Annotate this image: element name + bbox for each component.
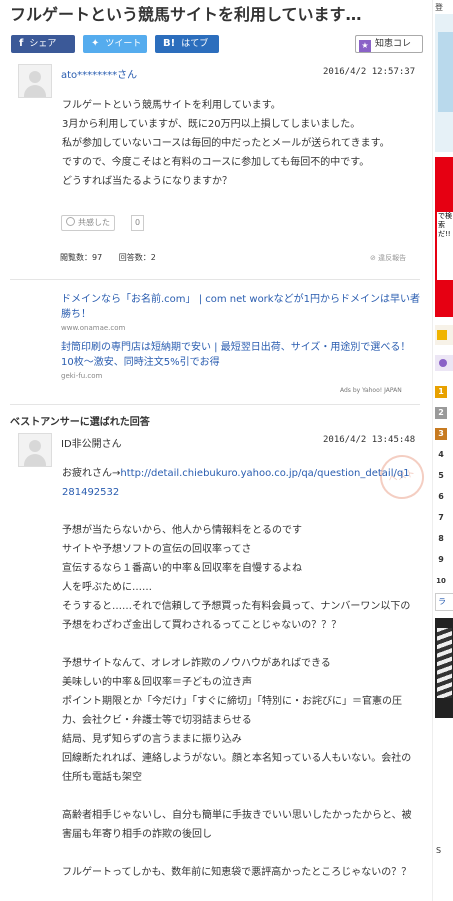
ad-domain: geki-fu.com (61, 372, 103, 380)
ad-item[interactable]: 封筒印刷の専門店は短納期で安い | 最短翌日出荷、サイズ・用途別で選べる！10枚… (61, 340, 421, 380)
ad-title[interactable]: ドメインなら「お名前.com」 | com net workなどが1円からドメイ… (61, 292, 421, 322)
report-label: 違反報告 (378, 254, 407, 262)
question-line: フルゲートという競馬サイトを利用しています。 (62, 100, 281, 111)
report-link[interactable]: ⊘ 違反報告 (370, 253, 406, 263)
question-date: 2016/4/2 12:57:37 (323, 67, 416, 77)
sidebar-red-ad[interactable]: で検索だ!! (435, 157, 453, 317)
empathy-label: 共感した (78, 218, 110, 227)
ad-title[interactable]: 封筒印刷の専門店は短納期で安い | 最短翌日出荷、サイズ・用途別で選べる！10枚… (61, 340, 421, 370)
answer-date: 2016/4/2 13:45:48 (323, 435, 416, 445)
question-line: どうすれば当たるようになりますか？ (62, 176, 232, 187)
twitter-share-label: ツイート (105, 39, 142, 49)
rank-number: 4 (438, 450, 444, 459)
answer-body: お疲れさん→http://detail.chiebukuro.yahoo.co.… (62, 464, 412, 882)
ads-by-label[interactable]: Ads by Yahoo! JAPAN (340, 387, 402, 394)
question-line: 3月から利用していますが、既に20万円以上損してしまいました。 (62, 119, 361, 130)
answer-line: フルゲートってしかも、数年前に知恵袋で悪評高かったところじゃないの？？ (62, 867, 412, 878)
ad-domain: www.onamae.com (61, 324, 126, 332)
crown-icon (437, 330, 447, 340)
rank-number: 2 (435, 407, 447, 419)
right-sidebar: 登 で検索だ!! 1 2 3 4 5 6 7 8 9 10 ラ S (432, 0, 453, 901)
question-line: 私が参加していないコースは毎回的中だったとメールが送られてきます。 (62, 138, 390, 149)
twitter-share-button[interactable]: ✦ ツイート (83, 35, 147, 53)
chie-kore-button[interactable]: ★ 知恵コレ (355, 35, 423, 53)
sidebar-bottom-text: S (436, 846, 442, 855)
sidebar-ad-text: で検索だ!! (437, 212, 453, 280)
rank-number: 5 (438, 471, 444, 480)
rank-number: 10 (436, 577, 446, 585)
answer-line: 回線断たれれば、連絡しようがない。顔と本名知っている人もいない。会社の住所も電話… (62, 753, 412, 783)
answer-line: 予想サイトなんて、オレオレ詐欺のノウハウがあればできる (62, 658, 331, 669)
answer-count: 回答数：2 (118, 253, 156, 262)
rank-number: 7 (438, 513, 444, 522)
answer-line: 宣伝するなら１番高い的中率＆回収率を自慢するよね (62, 563, 302, 574)
answer-intro: お疲れさん→ (62, 468, 121, 479)
hatena-share-label: はてブ (181, 39, 209, 49)
star-icon: ★ (359, 40, 371, 52)
question-body: フルゲートという競馬サイトを利用しています。 3月から利用していますが、既に20… (62, 96, 417, 191)
rank-number: 9 (438, 555, 444, 564)
answer-line: 人を呼ぶために…… (62, 582, 152, 593)
sidebar-top-text[interactable]: 登 (435, 2, 443, 13)
answer-line: ポイント期限とか「今だけ」「すぐに締切」「特別に・お詫びに」＝官憲の圧力、会社ク… (62, 696, 402, 726)
empathy-count: 0 (131, 215, 144, 231)
rank-number: 1 (435, 386, 447, 398)
rank-number: 8 (438, 534, 444, 543)
smile-icon (66, 217, 75, 226)
ad-item[interactable]: ドメインなら「お名前.com」 | com net workなどが1円からドメイ… (61, 292, 421, 332)
answer-line: 高齢者相手じゃないし、自分も簡単に手抜きでいい思いしたかったからと、被害届も年寄… (62, 810, 412, 840)
facebook-icon: f (19, 38, 24, 49)
twitter-icon: ✦ (91, 38, 100, 49)
question-line: ですので、今度こそはと有料のコースに参加しても毎回不的中です。 (62, 157, 370, 168)
hatena-icon: B! (163, 38, 176, 49)
question-title: フルゲートという競馬サイトを利用しています… (10, 5, 362, 24)
hatena-bookmark-button[interactable]: B! はてブ (155, 35, 219, 53)
answer-line: 予想が当たらないから、他人から情報料をとるのです (62, 525, 302, 536)
sidebar-banner-ad[interactable] (435, 14, 453, 152)
empathy-button[interactable]: 共感した (61, 215, 115, 231)
report-icon: ⊘ (370, 254, 379, 262)
facebook-share-button[interactable]: f シェア (11, 35, 75, 53)
best-answer-label: ベストアンサーに選ばれた回答 (10, 417, 150, 428)
answer-line: 結局、見ず知らずの言うままに振り込み (62, 734, 242, 745)
answer-link-line: お疲れさん→http://detail.chiebukuro.yahoo.co.… (62, 464, 412, 502)
rank-number: 6 (438, 492, 444, 501)
divider (10, 279, 420, 280)
answerer-avatar (18, 433, 52, 467)
divider (10, 404, 420, 405)
question-stats: 閲覧数：97 回答数：2 (60, 252, 170, 263)
view-count: 閲覧数：97 (60, 253, 103, 262)
sidebar-box[interactable]: ラ (435, 593, 453, 611)
sidebar-manga-image[interactable] (435, 618, 453, 718)
rank-number: 3 (435, 428, 447, 440)
facebook-share-label: シェア (29, 39, 57, 49)
answer-line: そうすると……それで信頼して予想買った有料会員って、ナンバーワン以下の予想をわざ… (62, 601, 411, 631)
questioner-avatar[interactable] (18, 64, 52, 98)
questioner-name[interactable]: ato********さん (61, 66, 137, 81)
chie-kore-label: 知恵コレ (375, 39, 412, 49)
sidebar-pill-button[interactable] (435, 355, 453, 371)
answer-line: 美味しい的中率＆回収率＝子どもの泣き声 (62, 677, 252, 688)
answer-line: サイトや予想ソフトの宣伝の回収率ってさ (62, 544, 252, 555)
answerer-name: ID非公開さん (61, 439, 122, 450)
